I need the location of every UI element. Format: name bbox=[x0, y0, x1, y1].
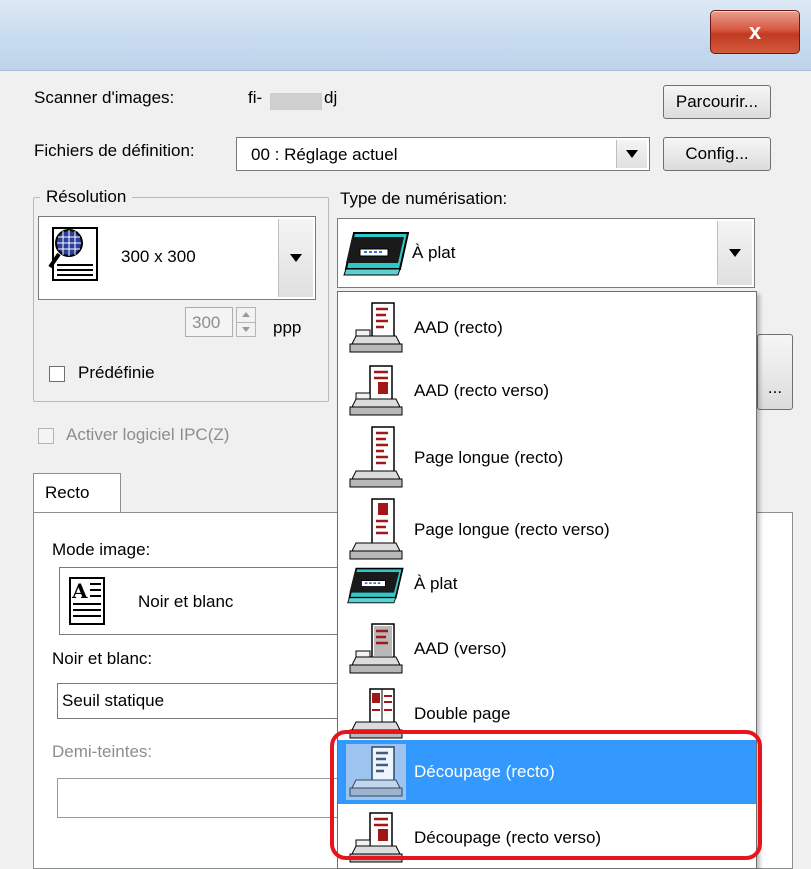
list-item[interactable]: AAD (recto verso) bbox=[338, 359, 756, 422]
flatbed-icon bbox=[347, 567, 404, 603]
resolution-select[interactable]: 300 x 300 bbox=[38, 216, 316, 300]
image-mode-select[interactable]: A Noir et blanc bbox=[59, 567, 349, 635]
ipc-checkbox[interactable] bbox=[38, 428, 54, 444]
predefined-label: Prédéfinie bbox=[78, 363, 155, 382]
halftone-label: Demi-teintes: bbox=[52, 742, 153, 761]
list-item[interactable]: AAD (verso) bbox=[338, 617, 756, 680]
spin-down-icon[interactable] bbox=[242, 327, 250, 332]
long-page-simplex-icon bbox=[349, 426, 403, 488]
adf-simplex-icon bbox=[349, 301, 403, 352]
halftone-select[interactable] bbox=[57, 778, 347, 818]
resolution-spin-input[interactable]: 300 bbox=[185, 307, 233, 337]
definition-value: 00 : Réglage actuel bbox=[251, 145, 398, 164]
config-button-label: Config... bbox=[685, 144, 749, 163]
chevron-down-icon[interactable] bbox=[616, 140, 647, 168]
bw-select[interactable]: Seuil statique bbox=[57, 683, 347, 719]
scan-type-select[interactable]: À plat bbox=[337, 218, 755, 288]
tab-recto[interactable]: Recto bbox=[33, 473, 121, 513]
predefined-checkbox[interactable] bbox=[49, 366, 65, 382]
browse-button-label: Parcourir... bbox=[675, 92, 759, 111]
more-button[interactable]: ... bbox=[757, 334, 793, 410]
list-item[interactable]: Page longue (recto) bbox=[338, 422, 756, 494]
list-item-label: À plat bbox=[414, 573, 458, 593]
config-button[interactable]: Config... bbox=[663, 137, 771, 171]
title-bar bbox=[0, 0, 811, 71]
adf-back-icon bbox=[349, 622, 403, 673]
scanner-value-prefix: fi- bbox=[248, 88, 263, 107]
more-button-label: ... bbox=[767, 378, 783, 397]
close-button[interactable]: x bbox=[710, 10, 800, 54]
resolution-unit: ppp bbox=[273, 318, 302, 337]
bw-label: Noir et blanc: bbox=[52, 649, 153, 668]
bw-value: Seuil statique bbox=[62, 691, 165, 710]
definition-select[interactable]: 00 : Réglage actuel bbox=[236, 137, 650, 171]
list-item-label: Page longue (recto) bbox=[414, 448, 564, 467]
list-item[interactable]: AAD (recto) bbox=[338, 296, 756, 359]
list-item-label: Double page bbox=[414, 703, 511, 723]
document-text-icon: A bbox=[69, 577, 105, 625]
tab-recto-label: Recto bbox=[45, 483, 90, 502]
list-item-label: AAD (recto) bbox=[414, 317, 503, 337]
browse-button[interactable]: Parcourir... bbox=[663, 85, 771, 119]
image-mode-value: Noir et blanc bbox=[138, 592, 234, 611]
resolution-spin-value: 300 bbox=[192, 313, 221, 332]
list-item-label: Page longue (recto verso) bbox=[414, 520, 610, 539]
highlight-annotation bbox=[330, 730, 762, 860]
spin-divider bbox=[237, 322, 255, 323]
definition-label: Fichiers de définition: bbox=[34, 141, 195, 160]
scanner-label: Scanner d'images: bbox=[34, 88, 175, 107]
resolution-group-label: Résolution bbox=[40, 187, 133, 207]
resolution-icon bbox=[48, 227, 98, 281]
close-icon: x bbox=[748, 19, 762, 44]
scan-type-value: À plat bbox=[412, 243, 456, 262]
redacted-model bbox=[270, 93, 322, 110]
chevron-down-icon[interactable] bbox=[278, 219, 313, 297]
resolution-value: 300 x 300 bbox=[121, 247, 196, 266]
list-item-label: AAD (verso) bbox=[414, 638, 507, 658]
scan-type-label: Type de numérisation: bbox=[340, 189, 508, 208]
svg-text:A: A bbox=[71, 579, 88, 603]
adf-duplex-icon bbox=[349, 364, 403, 415]
list-item-label: AAD (recto verso) bbox=[414, 380, 550, 400]
scanner-value-suffix: dj bbox=[324, 88, 338, 107]
flatbed-icon bbox=[343, 232, 410, 276]
image-mode-label: Mode image: bbox=[52, 540, 151, 559]
spin-up-icon[interactable] bbox=[242, 312, 250, 317]
ipc-label: Activer logiciel IPC(Z) bbox=[66, 425, 230, 444]
resolution-spinner[interactable] bbox=[236, 307, 256, 337]
list-item[interactable]: À plat bbox=[338, 552, 756, 615]
chevron-down-icon[interactable] bbox=[717, 221, 752, 285]
